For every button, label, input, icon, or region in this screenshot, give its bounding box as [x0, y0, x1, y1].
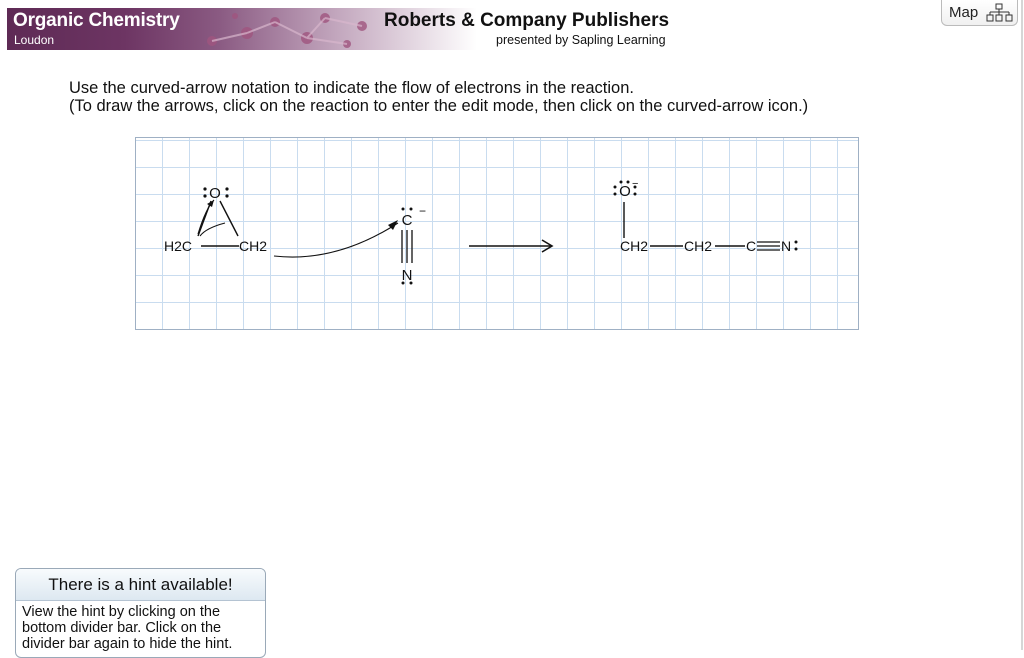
- course-title: Organic Chemistry: [13, 10, 180, 31]
- lone-pair-dot: [203, 194, 207, 198]
- lone-pair-dot: [225, 187, 229, 191]
- presented-by: presented by Sapling Learning: [496, 33, 666, 47]
- map-sitemap-icon: [986, 3, 1013, 22]
- lone-pair-dot: [633, 185, 637, 189]
- lone-pair-dot: [401, 281, 405, 285]
- lone-pair-dot: [409, 281, 413, 285]
- epoxide-carbon-left-label: H2C: [164, 238, 192, 254]
- lone-pair-dot: [203, 187, 207, 191]
- reaction-drawing-canvas[interactable]: O H2C CH2 C − N O − CH2 CH2 C N: [135, 137, 859, 330]
- publisher-name: Roberts & Company Publishers: [384, 10, 670, 31]
- epoxide-reactant: O H2C CH2: [164, 185, 399, 258]
- course-author: Loudon: [14, 33, 55, 47]
- product-carbon-label: C: [746, 238, 756, 254]
- epoxide-carbon-right-label: CH2: [239, 238, 267, 254]
- lone-pair-dot: [794, 240, 798, 244]
- map-label: Map: [949, 4, 979, 21]
- instruction-line-1: Use the curved-arrow notation to indicat…: [69, 79, 634, 97]
- lone-pair-dot: [225, 194, 229, 198]
- epoxide-bond-right: [219, 200, 239, 237]
- reaction-arrow: [469, 239, 554, 253]
- product-oxygen-label: O: [619, 183, 631, 200]
- product-molecule: O − CH2 CH2 C N: [613, 178, 798, 254]
- lone-pair-dot: [613, 192, 617, 196]
- hint-body-line: View the hint by clicking on the: [22, 604, 221, 620]
- lone-pair-dot: [409, 207, 413, 211]
- hint-title: There is a hint available!: [16, 569, 265, 601]
- product-ch2-a-label: CH2: [620, 238, 648, 254]
- cyanide-charge-label: −: [419, 204, 426, 218]
- window-right-border: [1021, 0, 1023, 650]
- lone-pair-dot: [626, 180, 630, 184]
- product-nitrogen-label: N: [781, 238, 791, 254]
- lone-pair-dot: [613, 185, 617, 189]
- curved-arrow-cyanide-attack: [273, 222, 399, 258]
- lone-pair-dot: [794, 247, 798, 251]
- hint-box[interactable]: There is a hint available! View the hint…: [15, 568, 266, 658]
- cyanide-carbon-label: C: [402, 212, 413, 229]
- product-ch2-b-label: CH2: [684, 238, 712, 254]
- hint-body-line: bottom divider bar. Click on the: [22, 620, 222, 636]
- lone-pair-dot: [633, 192, 637, 196]
- instruction-line-2: (To draw the arrows, click on the reacti…: [69, 97, 809, 115]
- map-button[interactable]: Map: [941, 0, 1018, 26]
- epoxide-oxygen-label: O: [209, 185, 221, 202]
- cyanide-nitrogen-label: N: [402, 267, 413, 284]
- curved-arrow-bond-to-oxygen: [199, 222, 226, 237]
- cyanide-reactant: C − N: [401, 204, 426, 285]
- lone-pair-dot: [401, 207, 405, 211]
- lone-pair-dot: [619, 180, 623, 184]
- reaction-diagram: O H2C CH2 C − N O − CH2 CH2 C N: [164, 178, 798, 285]
- hint-body: View the hint by clicking on the bottom …: [16, 601, 265, 652]
